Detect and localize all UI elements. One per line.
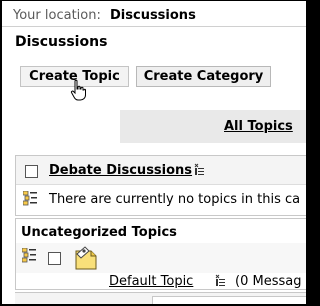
page-title: Discussions — [15, 34, 108, 50]
location-bar: Your location: Discussions — [2, 1, 306, 27]
uncategorized-panel: Uncategorized Topics Default Topic (0 Me… — [15, 218, 306, 290]
debate-category-link[interactable]: Debate Discussions — [49, 163, 192, 178]
location-label: Your location: — [13, 8, 101, 23]
uncategorized-title: Uncategorized Topics — [21, 225, 177, 240]
hand-cursor-icon — [70, 80, 86, 101]
empty-category-message: There are currently no topics in this ca — [49, 192, 301, 207]
debate-category-checkbox[interactable] — [25, 165, 38, 178]
topic-row: Default Topic (0 Messag — [16, 243, 306, 289]
topic-link[interactable]: Default Topic — [109, 274, 193, 289]
discussions-page: Your location: Discussions Discussions C… — [2, 1, 306, 304]
topic-document-icon — [75, 246, 97, 270]
location-value: Discussions — [110, 8, 196, 23]
menu-lines-icon[interactable] — [194, 163, 205, 175]
topic-checkbox[interactable] — [48, 252, 61, 265]
debate-category-panel: Debate Discussions There are currently n… — [15, 155, 306, 216]
bottom-panel-edge — [152, 296, 306, 304]
all-topics-link[interactable]: All Topics — [224, 119, 293, 134]
menu-lines-icon[interactable] — [215, 274, 226, 286]
topic-list-icon — [23, 191, 37, 206]
create-category-button[interactable]: Create Category — [136, 66, 271, 87]
topic-message-count: (0 Messag — [235, 274, 302, 289]
debate-category-header: Debate Discussions — [16, 156, 306, 185]
topic-list-icon — [22, 248, 36, 263]
